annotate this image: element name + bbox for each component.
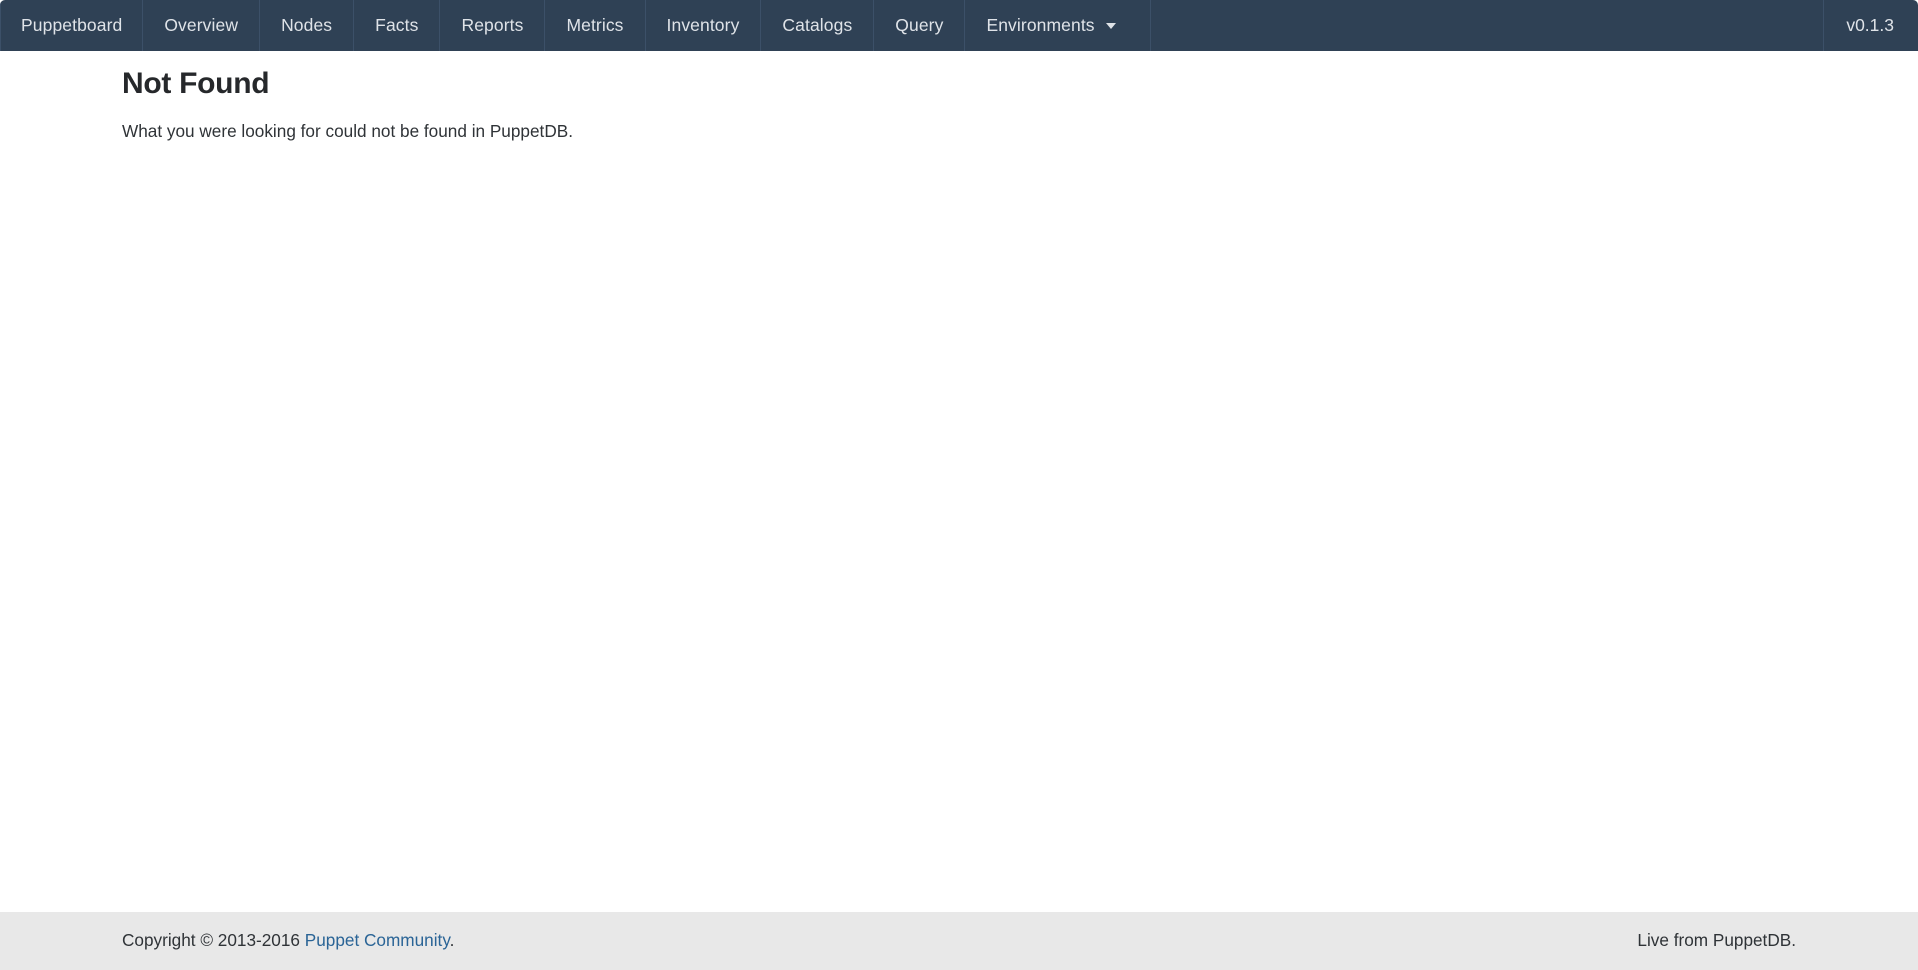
nav-item-metrics[interactable]: Metrics	[545, 0, 645, 51]
nav-item-label: Overview	[164, 17, 238, 35]
navbar-right: v0.1.3	[1823, 0, 1918, 51]
footer-copyright: Copyright © 2013-2016 Puppet Community.	[122, 932, 454, 949]
nav-item-label: Metrics	[566, 17, 623, 35]
main-navbar: Puppetboard Overview Nodes Facts Reports…	[0, 0, 1918, 51]
nav-item-label: Reports	[461, 17, 523, 35]
version-label: v0.1.3	[1823, 0, 1918, 51]
page-title: Not Found	[122, 66, 1918, 102]
nav-item-label: Facts	[375, 17, 418, 35]
nav-item-overview[interactable]: Overview	[143, 0, 260, 51]
content-container: Not Found What you were looking for coul…	[0, 51, 1918, 144]
footer-status: Live from PuppetDB.	[1637, 932, 1796, 949]
nav-item-environments[interactable]: Environments	[965, 0, 1150, 51]
navbar-spacer	[1151, 0, 1824, 51]
chevron-down-icon	[1106, 23, 1116, 29]
nav-item-label: Environments	[986, 17, 1094, 35]
nav-item-facts[interactable]: Facts	[354, 0, 440, 51]
nav-item-nodes[interactable]: Nodes	[260, 0, 354, 51]
nav-item-label: Query	[895, 17, 943, 35]
navbar-items: Puppetboard Overview Nodes Facts Reports…	[0, 0, 1151, 51]
nav-item-label: Puppetboard	[21, 17, 122, 35]
nav-item-label: Inventory	[667, 17, 740, 35]
nav-item-query[interactable]: Query	[874, 0, 965, 51]
page-root: Puppetboard Overview Nodes Facts Reports…	[0, 0, 1918, 970]
page-message: What you were looking for could not be f…	[122, 119, 1918, 144]
nav-item-inventory[interactable]: Inventory	[646, 0, 762, 51]
nav-item-puppetboard[interactable]: Puppetboard	[0, 0, 143, 51]
nav-item-label: Nodes	[281, 17, 332, 35]
nav-item-catalogs[interactable]: Catalogs	[761, 0, 874, 51]
footer-copyright-suffix: .	[450, 930, 455, 950]
nav-item-reports[interactable]: Reports	[440, 0, 545, 51]
puppet-community-link[interactable]: Puppet Community	[305, 930, 450, 950]
nav-item-label: Catalogs	[782, 17, 852, 35]
footer-copyright-prefix: Copyright © 2013-2016	[122, 930, 305, 950]
main-content: Not Found What you were looking for coul…	[0, 51, 1918, 912]
page-footer: Copyright © 2013-2016 Puppet Community. …	[0, 912, 1918, 970]
